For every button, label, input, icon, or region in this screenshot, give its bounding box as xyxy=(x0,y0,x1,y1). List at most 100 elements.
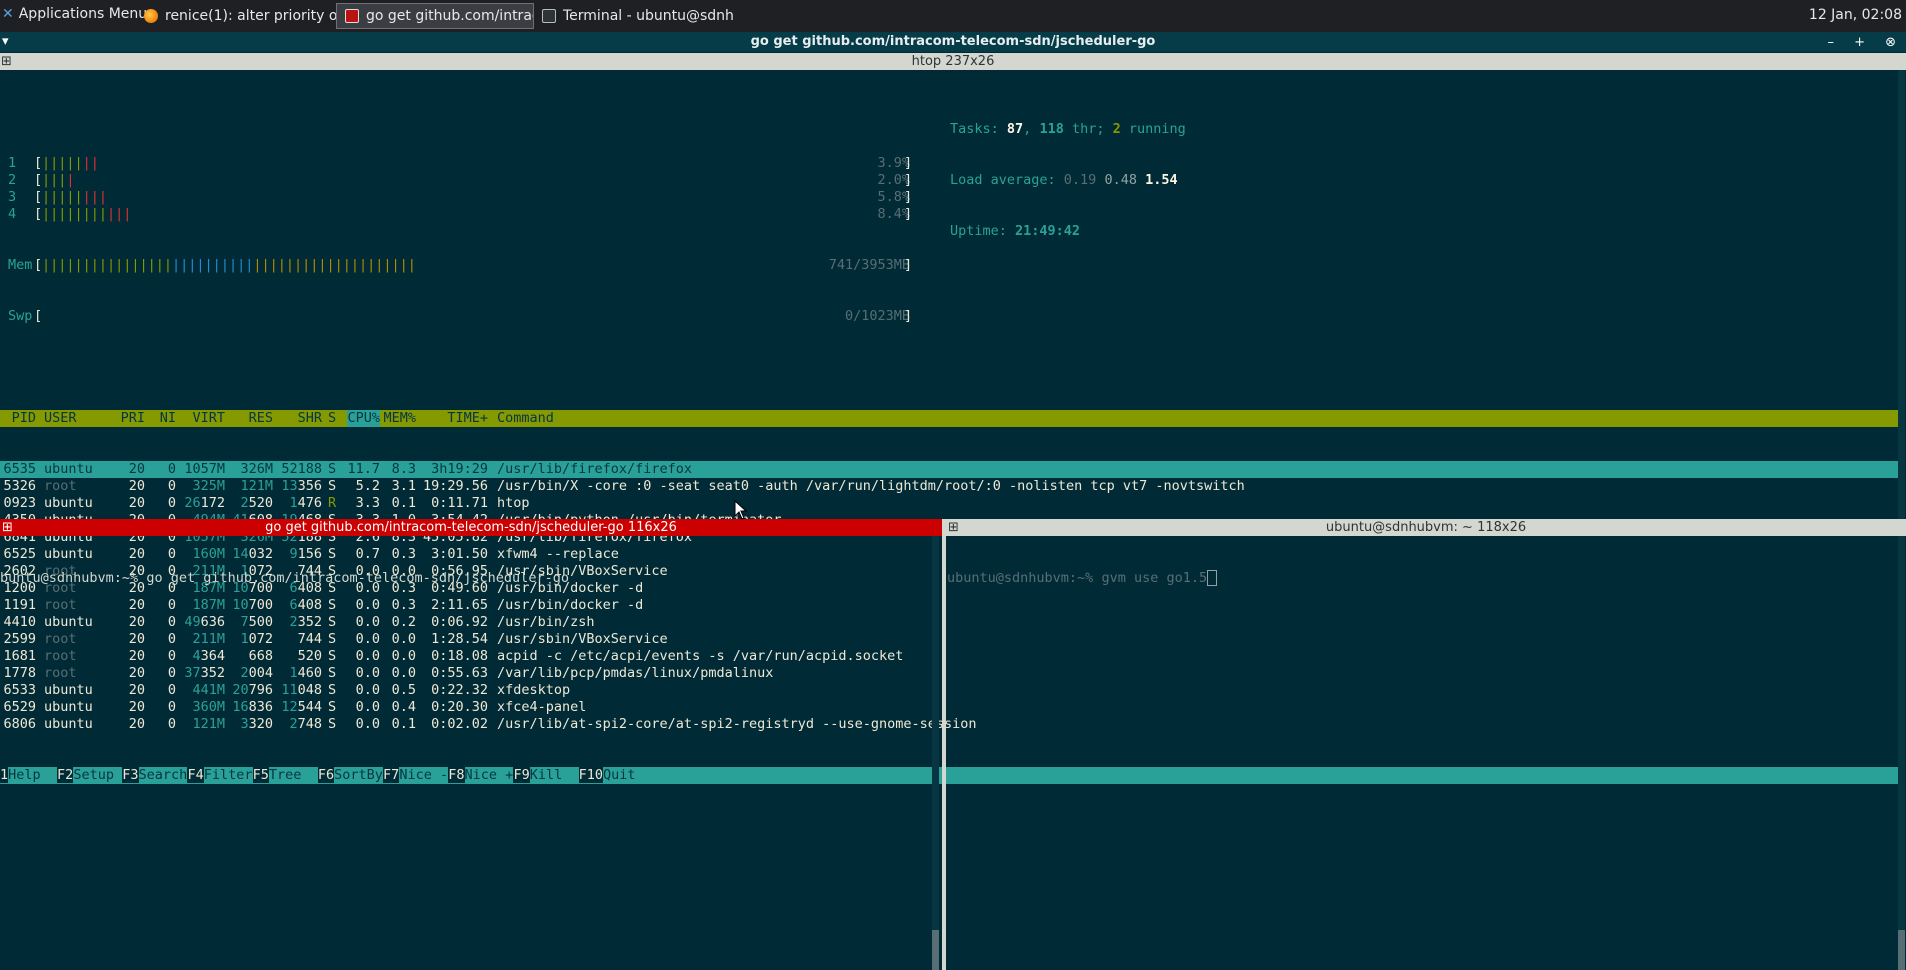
size-units: 004 xyxy=(248,665,273,681)
right-scrollbar-thumb[interactable] xyxy=(1898,930,1905,970)
taskbar-item-label: renice(1): alter priority of ... xyxy=(165,8,336,24)
process-row[interactable]: 4410 ubuntu 20 0 49636 7500 2352 S 0.0 0.2 0:06.92… xyxy=(0,614,1898,631)
left-pane-titlebar[interactable]: ⊞ go get github.com/intracom-telecom-sdn… xyxy=(0,519,942,536)
window-titlebar[interactable]: ▾ go get github.com/intracom-telecom-sdn… xyxy=(0,32,1906,52)
process-row[interactable]: 5326 root 20 0 325M 121M 13356 S 5.2 3.1 19:29.56 /… xyxy=(0,478,1898,495)
process-s: S xyxy=(328,478,337,494)
cpu-meter-system: ||| xyxy=(107,206,132,222)
process-shr: 1476 xyxy=(289,495,322,512)
process-row[interactable]: 6806 ubuntu 20 0 121M 3320 2748 S 0.0 0.1 0:02.02 /… xyxy=(0,716,1898,733)
right-pane-title: ubuntu@sdnhubvm: ~ 118x26 xyxy=(1325,520,1527,535)
process-pid: 6529 xyxy=(3,699,36,715)
cpu-meter-2: 2[|||| 2.0%] xyxy=(0,172,1898,189)
right-terminal[interactable]: ubuntu@sdnhubvm:~% gvm use go1.5 xyxy=(947,536,1887,604)
process-row[interactable]: 6535 ubuntu 20 0 1057M 326M 52188 S 11.7 8.3 3h19:… xyxy=(0,461,1898,478)
process-cpu: 0.0 xyxy=(355,614,380,630)
process-virt: 360M xyxy=(192,699,225,716)
size-megabytes: 211M xyxy=(192,631,225,647)
process-time: 0:55.63 xyxy=(431,665,488,681)
fkey-key: F4 xyxy=(187,767,204,783)
size-units: 476 xyxy=(297,495,322,511)
fkey-1[interactable]: 1Help xyxy=(0,767,57,784)
left-scrollbar-thumb[interactable] xyxy=(932,930,939,970)
fkey-f7[interactable]: F7Nice - xyxy=(383,767,449,784)
firefox-icon xyxy=(144,9,158,23)
fkey-label: Quit xyxy=(603,767,652,783)
left-terminal[interactable]: buntu@sdnhubvm:~% go get github.com/intr… xyxy=(0,536,930,604)
process-row[interactable]: 1778 root 20 0 37352 2004 1460 S 0.0 0.0 0:55.63/v… xyxy=(0,665,1898,682)
column-header-pri[interactable]: PRI xyxy=(121,410,145,427)
load-average-line: Load average: 0.19 0.48 1.54 xyxy=(950,172,1178,188)
process-row[interactable]: 6533 ubuntu 20 0 441M 20796 11048 S 0.0 0.5 0:22.3… xyxy=(0,682,1898,699)
htop-scrollbar[interactable] xyxy=(1898,70,1905,520)
cpu-meter-user: ||||| xyxy=(42,155,83,171)
column-header-shr[interactable]: SHR xyxy=(298,410,322,427)
process-cpu: 5.2 xyxy=(355,478,380,494)
left-scrollbar[interactable] xyxy=(932,536,939,970)
cpu-meter-bar: ||||||||||| xyxy=(42,206,131,223)
size-thousands: 7 xyxy=(240,614,249,630)
fkey-f10[interactable]: F10Quit xyxy=(578,767,652,784)
process-ni: 0 xyxy=(167,614,176,630)
column-header-virt[interactable]: VIRT xyxy=(192,410,225,427)
window-controls[interactable]: – + ⊗ xyxy=(1827,33,1904,53)
split-grip-icon[interactable]: ⊞ xyxy=(2,519,13,536)
split-grip-icon[interactable]: ⊞ xyxy=(1,53,12,70)
size-thousands: 37 xyxy=(184,665,201,681)
column-header-pid[interactable]: PID xyxy=(12,410,36,427)
process-virt: 441M xyxy=(192,682,225,699)
clock[interactable]: 12 Jan, 02:08 xyxy=(1809,7,1902,23)
process-table-header[interactable]: PID USER PRI NI VIRT RES SHR S CPU% MEM% TIME+ Comm… xyxy=(0,410,1898,427)
fkey-f8[interactable]: F8Nice + xyxy=(448,767,514,784)
process-user: ubuntu xyxy=(44,716,93,732)
htop-pane-titlebar[interactable]: ⊞ htop 237x26 xyxy=(0,53,1906,70)
process-cmd: /usr/bin/zsh xyxy=(497,614,595,630)
fkey-f4[interactable]: F4Filter xyxy=(187,767,253,784)
column-header-ni[interactable]: NI xyxy=(160,410,176,427)
taskbar-item-terminator[interactable]: go get github.com/intrac... xyxy=(336,3,534,29)
meter-open-bracket: [ xyxy=(34,155,43,171)
process-row[interactable]: 6529 ubuntu 20 0 360M 16836 12544 S 0.0 0.4 0:20.3… xyxy=(0,699,1898,716)
process-pri: 20 xyxy=(128,631,145,647)
mem-cache: |||||||||||||||||||| xyxy=(253,257,416,273)
right-scrollbar[interactable] xyxy=(1898,536,1905,970)
fkey-f5[interactable]: F5Tree xyxy=(252,767,318,784)
process-row[interactable]: 2599 root 20 0 211M 1072 744 S 0.0 0.0 1:28.54/usr… xyxy=(0,631,1898,648)
right-command: gvm use go1.5 xyxy=(1101,570,1208,586)
column-header-cpu[interactable]: CPU% xyxy=(347,410,380,427)
window-menu-icon[interactable]: ▾ xyxy=(2,32,9,52)
size-thousands: 2 xyxy=(289,716,298,732)
fkey-f2[interactable]: F2Setup xyxy=(57,767,123,784)
htop-pane-title: htop 237x26 xyxy=(911,54,995,69)
fkey-f9[interactable]: F9Kill xyxy=(513,767,579,784)
column-header-mem[interactable]: MEM% xyxy=(383,410,416,427)
fkey-f6[interactable]: F6SortBy xyxy=(317,767,383,784)
process-pri: 20 xyxy=(128,461,145,477)
htop-pane[interactable]: 1[||||||| 3.9%] 2[|||| 2.0%] 3[|||||||| 5.8%]… xyxy=(0,70,1898,784)
fkey-f3[interactable]: F3Search xyxy=(122,767,188,784)
process-row[interactable]: 1681 root 20 0 4364 668 520 S 0.0 0.0 0:18.08 acpid… xyxy=(0,648,1898,665)
column-header-res[interactable]: RES xyxy=(249,410,273,427)
right-pane-titlebar[interactable]: ⊞ ubuntu@sdnhubvm: ~ 118x26 xyxy=(946,519,1906,536)
process-virt: 49636 xyxy=(184,614,225,631)
process-row[interactable]: 0923 ubuntu 20 0 26172 2520 1476 R 3.3 0.1 0:11.71… xyxy=(0,495,1898,512)
process-cpu: 11.7 xyxy=(347,461,380,477)
size-units: 500 xyxy=(248,614,273,630)
column-header-s[interactable]: S xyxy=(328,410,336,427)
pane-splitter[interactable] xyxy=(942,519,946,970)
process-ni: 0 xyxy=(167,648,176,664)
column-header-command[interactable]: Command xyxy=(497,410,554,427)
column-header-time[interactable]: TIME+ xyxy=(447,410,488,427)
cpu-meter-system: | xyxy=(66,172,75,188)
split-grip-icon[interactable]: ⊞ xyxy=(948,519,959,536)
process-mem: 0.5 xyxy=(391,682,416,698)
column-header-user[interactable]: USER xyxy=(44,410,77,427)
process-cmd: /var/lib/pcp/pmdas/linux/pmdalinux xyxy=(497,665,774,681)
cpu-meter-label: 3 xyxy=(8,189,17,205)
process-s: S xyxy=(328,682,337,698)
applications-menu-button[interactable]: ✕ Applications Menu xyxy=(2,6,147,22)
process-user: ubuntu xyxy=(44,699,93,715)
process-pri: 20 xyxy=(128,648,145,664)
taskbar-item-terminal[interactable]: Terminal - ubuntu@sdnhu... xyxy=(534,3,734,29)
taskbar-item-firefox[interactable]: renice(1): alter priority of ... xyxy=(136,3,336,29)
